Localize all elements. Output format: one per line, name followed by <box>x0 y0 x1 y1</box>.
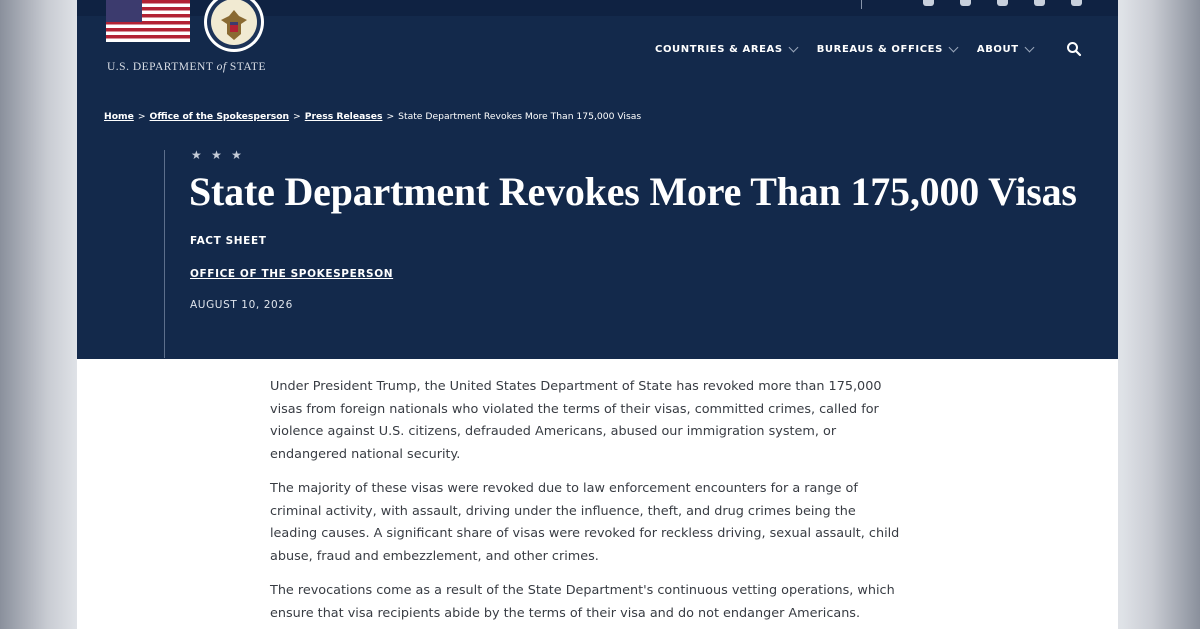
chevron-down-icon <box>788 42 799 53</box>
breadcrumb-separator: > <box>386 111 395 122</box>
nav-countries-areas[interactable]: COUNTRIES & AREAS <box>655 42 799 55</box>
nav-label: ABOUT <box>976 44 1019 55</box>
breadcrumb-home[interactable]: Home <box>104 111 134 122</box>
utility-divider <box>861 0 862 9</box>
chevron-down-icon <box>1024 42 1035 53</box>
stars-decoration: ★ ★ ★ <box>191 148 245 162</box>
youtube-icon[interactable] <box>1034 0 1045 6</box>
instagram-icon[interactable] <box>997 0 1008 6</box>
wordmark-of: of <box>216 61 227 73</box>
us-flag-icon[interactable] <box>106 0 190 42</box>
article-office-link[interactable]: OFFICE OF THE SPOKESPERSON <box>190 268 393 280</box>
facebook-icon[interactable] <box>923 0 934 6</box>
breadcrumb-press-releases[interactable]: Press Releases <box>305 111 383 122</box>
wordmark-text: U.S. DEPARTMENT <box>107 61 214 73</box>
breadcrumb-separator: > <box>293 111 301 122</box>
hero-divider <box>164 150 165 358</box>
wordmark-state: STATE <box>229 61 266 73</box>
article-body: Under President Trump, the United States… <box>270 376 900 629</box>
nav-label: BUREAUS & OFFICES <box>816 44 943 55</box>
page-title: State Department Revokes More Than 175,0… <box>189 169 1077 214</box>
hero-banner: U.S. DEPARTMENT of STATE COUNTRIES & ARE… <box>77 0 1118 359</box>
breadcrumb: Home > Office of the Spokesperson > Press Re… <box>104 111 641 122</box>
article-paragraph: The revocations come as a result of the … <box>270 583 895 621</box>
article-paragraph: Under President Trump, the United States… <box>270 379 882 462</box>
breadcrumb-current: State Department Revokes More Than 175,0… <box>398 111 642 122</box>
breadcrumb-separator: > <box>137 111 146 122</box>
article-date: AUGUST 10, 2026 <box>190 299 293 311</box>
department-seal-icon[interactable] <box>201 0 267 55</box>
x-icon[interactable] <box>960 0 971 6</box>
flag-canton <box>106 0 142 22</box>
chevron-down-icon <box>948 42 959 53</box>
article-type: FACT SHEET <box>190 235 267 247</box>
rss-icon[interactable] <box>1071 0 1082 6</box>
agency-wordmark[interactable]: U.S. DEPARTMENT of STATE <box>107 61 277 73</box>
nav-about[interactable]: ABOUT <box>976 42 1035 55</box>
search-icon[interactable] <box>1066 41 1082 57</box>
nav-bureaus-offices[interactable]: BUREAUS & OFFICES <box>816 42 959 55</box>
main-nav: COUNTRIES & AREAS BUREAUS & OFFICES ABOU… <box>655 42 1053 55</box>
nav-label: COUNTRIES & AREAS <box>655 44 783 55</box>
browser-page: U.S. DEPARTMENT of STATE COUNTRIES & ARE… <box>77 0 1118 629</box>
social-links <box>923 0 1082 8</box>
breadcrumb-office[interactable]: Office of the Spokesperson <box>150 111 290 122</box>
article-paragraph: The majority of these visas were revoked… <box>270 481 900 564</box>
